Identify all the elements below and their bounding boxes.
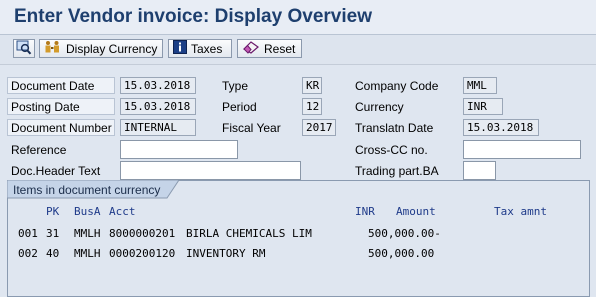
taxes-label: Taxes	[191, 41, 223, 56]
magnifier-icon	[16, 40, 32, 58]
translatn-date-label: Translatn Date	[355, 121, 434, 135]
eraser-icon	[242, 40, 260, 57]
taxes-button[interactable]: Taxes	[168, 39, 232, 58]
fiscal-year-field[interactable]: 2017	[302, 119, 336, 136]
reference-input[interactable]	[120, 140, 238, 159]
company-code-field[interactable]: MML	[463, 77, 497, 94]
doc-header-text-label: Doc.Header Text	[11, 164, 101, 178]
trading-part-input[interactable]	[463, 161, 496, 180]
row-text: BIRLA CHEMICALS LIM	[186, 227, 312, 240]
period-field[interactable]: 12	[302, 98, 322, 115]
document-number-label: Document Number	[7, 119, 115, 136]
col-amount: Amount	[396, 205, 436, 218]
doc-header-text-input[interactable]	[120, 161, 301, 180]
info-icon	[173, 40, 187, 57]
row-amount: 500,000.00	[368, 247, 435, 260]
col-busa: BusA	[74, 205, 101, 218]
title-bar: Enter Vendor invoice: Display Overview	[0, 0, 596, 35]
reset-label: Reset	[264, 41, 296, 56]
overview-button[interactable]	[13, 39, 35, 58]
trading-part-label: Trading part.BA	[355, 164, 439, 178]
people-icon	[44, 40, 62, 57]
posting-date-label: Posting Date	[7, 98, 115, 115]
row-number: 002	[18, 247, 38, 260]
row-pk: 31	[46, 227, 60, 240]
reference-label: Reference	[11, 143, 67, 157]
tab-items-label: Items in document currency	[13, 183, 161, 197]
fiscal-year-label: Fiscal Year	[222, 121, 281, 135]
row-amount: 500,000.00-	[368, 227, 441, 240]
row-busa: MMLH	[74, 227, 101, 240]
currency-label: Currency	[355, 100, 404, 114]
cross-cc-input[interactable]	[463, 140, 581, 159]
application-toolbar: Display Currency Taxes Reset	[0, 35, 596, 65]
row-text: INVENTORY RM	[186, 247, 266, 260]
row-acct: 8000000201	[109, 227, 176, 240]
display-currency-label: Display Currency	[66, 41, 158, 56]
display-currency-button[interactable]: Display Currency	[39, 39, 163, 58]
cross-cc-label: Cross-CC no.	[355, 143, 428, 157]
row-number: 001	[18, 227, 38, 240]
row-pk: 40	[46, 247, 60, 260]
row-acct: 0000200120	[109, 247, 176, 260]
col-acct: Acct	[109, 205, 136, 218]
reset-button[interactable]: Reset	[237, 39, 302, 58]
document-date-field[interactable]: 15.03.2018	[120, 77, 196, 94]
posting-date-field[interactable]: 15.03.2018	[120, 98, 196, 115]
translatn-date-field[interactable]: 15.03.2018	[463, 119, 539, 136]
type-field[interactable]: KR	[302, 77, 322, 94]
col-tax-amnt: Tax amnt	[494, 205, 547, 218]
page-title: Enter Vendor invoice: Display Overview	[14, 6, 372, 27]
col-pk: PK	[46, 205, 60, 218]
tab-items-in-document-currency[interactable]: Items in document currency	[7, 180, 179, 199]
row-busa: MMLH	[74, 247, 101, 260]
company-code-label: Company Code	[355, 79, 439, 93]
document-number-field[interactable]: INTERNAL	[120, 119, 196, 136]
document-date-label: Document Date	[7, 77, 115, 94]
currency-field[interactable]: INR	[463, 98, 503, 115]
col-inr: INR	[355, 205, 375, 218]
type-label: Type	[222, 79, 249, 93]
period-label: Period	[222, 100, 257, 114]
